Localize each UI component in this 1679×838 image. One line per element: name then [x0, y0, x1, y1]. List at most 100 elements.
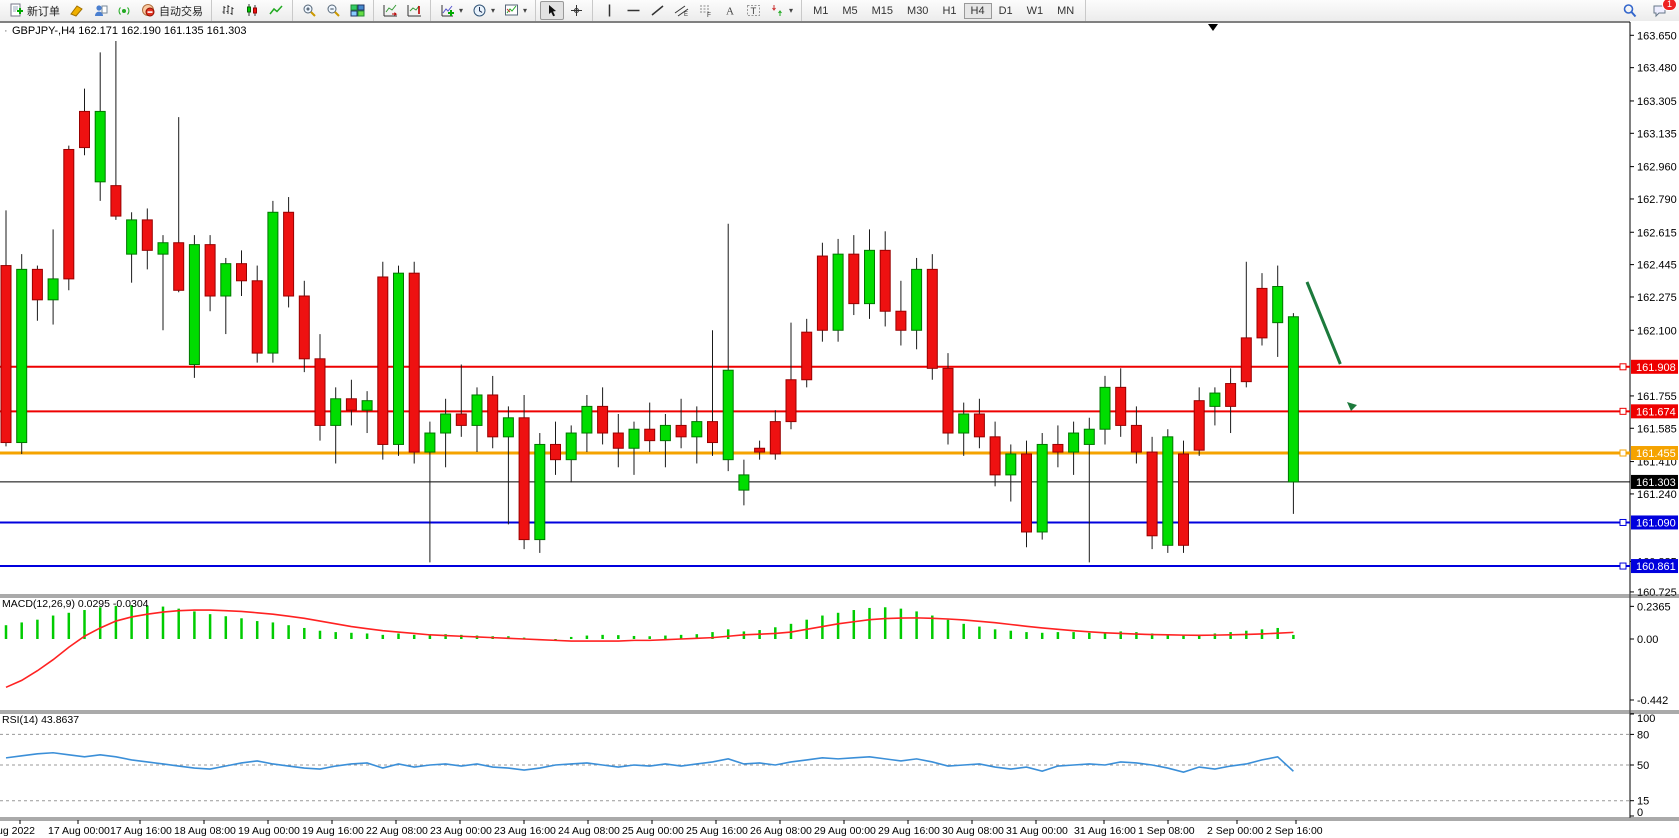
candlestick[interactable]	[1257, 288, 1267, 337]
candlestick[interactable]	[786, 380, 796, 422]
candlestick[interactable]	[142, 220, 152, 250]
candlestick[interactable]	[1288, 317, 1298, 482]
candlestick[interactable]	[629, 429, 639, 448]
candlestick[interactable]	[205, 245, 215, 296]
candlestick[interactable]	[739, 475, 749, 490]
candlestick[interactable]	[708, 422, 718, 443]
candlestick[interactable]	[1022, 454, 1032, 532]
candlestick[interactable]	[912, 269, 922, 330]
candlestick[interactable]	[17, 269, 27, 442]
timeframe-mn-button[interactable]: MN	[1050, 3, 1081, 19]
candlestick[interactable]	[1069, 433, 1079, 452]
candlestick[interactable]	[284, 212, 294, 296]
candlestick[interactable]	[1210, 393, 1220, 406]
line-handle[interactable]	[1620, 364, 1626, 370]
candlestick[interactable]	[95, 111, 105, 181]
candlestick[interactable]	[566, 433, 576, 460]
candlestick[interactable]	[48, 279, 58, 300]
candlestick[interactable]	[127, 220, 137, 254]
tile-windows-button[interactable]	[345, 1, 369, 20]
timeframe-h4-button[interactable]: H4	[964, 3, 992, 19]
chart-end-button[interactable]	[402, 1, 426, 20]
candlestick[interactable]	[331, 399, 341, 426]
timeframe-m1-button[interactable]: M1	[806, 3, 835, 19]
candlestick[interactable]	[645, 429, 655, 440]
candlestick[interactable]	[394, 273, 404, 444]
candlestick[interactable]	[1241, 338, 1251, 382]
candlestick[interactable]	[221, 264, 231, 296]
timeframe-h1-button[interactable]: H1	[935, 3, 963, 19]
template-chart-button[interactable]: ▾	[499, 1, 531, 20]
metaeditor-button[interactable]	[64, 1, 88, 20]
signal-button[interactable]	[112, 1, 136, 20]
candlestick[interactable]	[174, 243, 184, 291]
timeframe-m15-button[interactable]: M15	[865, 3, 900, 19]
candlestick[interactable]	[990, 437, 1000, 475]
indicators-add-button[interactable]: ▾	[435, 1, 467, 20]
candlestick[interactable]	[456, 414, 466, 425]
search-button[interactable]	[1617, 1, 1641, 20]
line-handle[interactable]	[1620, 408, 1626, 414]
candlestick[interactable]	[1273, 286, 1283, 322]
candlestick[interactable]	[660, 425, 670, 440]
vertical-line-button[interactable]	[597, 1, 621, 20]
timeframe-d1-button[interactable]: D1	[992, 3, 1020, 19]
candlestick[interactable]	[802, 332, 812, 380]
candlestick[interactable]	[927, 269, 937, 368]
candlestick[interactable]	[865, 250, 875, 303]
candlestick[interactable]	[80, 111, 90, 147]
candlestick[interactable]	[880, 250, 890, 311]
candlestick[interactable]	[817, 256, 827, 330]
periods-clock-button[interactable]: ▾	[467, 1, 499, 20]
candlestick[interactable]	[692, 422, 702, 437]
candlestick[interactable]	[535, 444, 545, 539]
candlestick[interactable]	[1, 266, 11, 443]
candlestick[interactable]	[299, 296, 309, 359]
candlestick[interactable]	[1194, 401, 1204, 450]
text-a-button[interactable]: A	[717, 1, 741, 20]
zoom-in-button[interactable]	[297, 1, 321, 20]
candlestick[interactable]	[582, 406, 592, 433]
candlestick[interactable]	[1131, 425, 1141, 452]
candlestick[interactable]	[362, 401, 372, 411]
candlestick[interactable]	[1053, 444, 1063, 452]
candlestick[interactable]	[189, 245, 199, 365]
candlestick[interactable]	[1163, 437, 1173, 545]
candlestick[interactable]	[32, 269, 42, 299]
arrows-button[interactable]: ▾	[765, 1, 797, 20]
candlestick[interactable]	[943, 368, 953, 433]
timeframe-w1-button[interactable]: W1	[1020, 3, 1051, 19]
candlestick[interactable]	[64, 149, 74, 278]
candles-chart-button[interactable]	[240, 1, 264, 20]
terminal-user-button[interactable]	[88, 1, 112, 20]
candlestick[interactable]	[676, 425, 686, 436]
candlestick[interactable]	[723, 370, 733, 459]
candlestick[interactable]	[237, 264, 247, 281]
candlestick[interactable]	[1100, 387, 1110, 429]
candlestick[interactable]	[959, 414, 969, 433]
candlestick[interactable]	[1084, 429, 1094, 444]
horizontal-line-button[interactable]	[621, 1, 645, 20]
candlestick[interactable]	[158, 243, 168, 254]
chart-canvas[interactable]: 163.650163.480163.305163.135162.960162.7…	[0, 21, 1679, 838]
bars-chart-button[interactable]	[216, 1, 240, 20]
fibonacci-button[interactable]: F	[693, 1, 717, 20]
zoom-out-button[interactable]	[321, 1, 345, 20]
candlestick[interactable]	[1116, 387, 1126, 425]
candlestick[interactable]	[441, 414, 451, 433]
candlestick[interactable]	[1226, 384, 1236, 407]
crosshair-button[interactable]	[564, 1, 588, 20]
candlestick[interactable]	[849, 254, 859, 303]
timeframe-m30-button[interactable]: M30	[900, 3, 935, 19]
timeframe-m5-button[interactable]: M5	[835, 3, 864, 19]
trendline-button[interactable]	[645, 1, 669, 20]
candlestick[interactable]	[770, 422, 780, 454]
candlestick[interactable]	[503, 418, 513, 437]
candlestick[interactable]	[613, 433, 623, 448]
line-handle[interactable]	[1620, 563, 1626, 569]
candlestick[interactable]	[1006, 454, 1016, 475]
chart-shift-button[interactable]	[378, 1, 402, 20]
candlestick[interactable]	[1179, 454, 1189, 545]
candlestick[interactable]	[896, 311, 906, 330]
new-order-button[interactable]: 新订单	[4, 1, 64, 21]
